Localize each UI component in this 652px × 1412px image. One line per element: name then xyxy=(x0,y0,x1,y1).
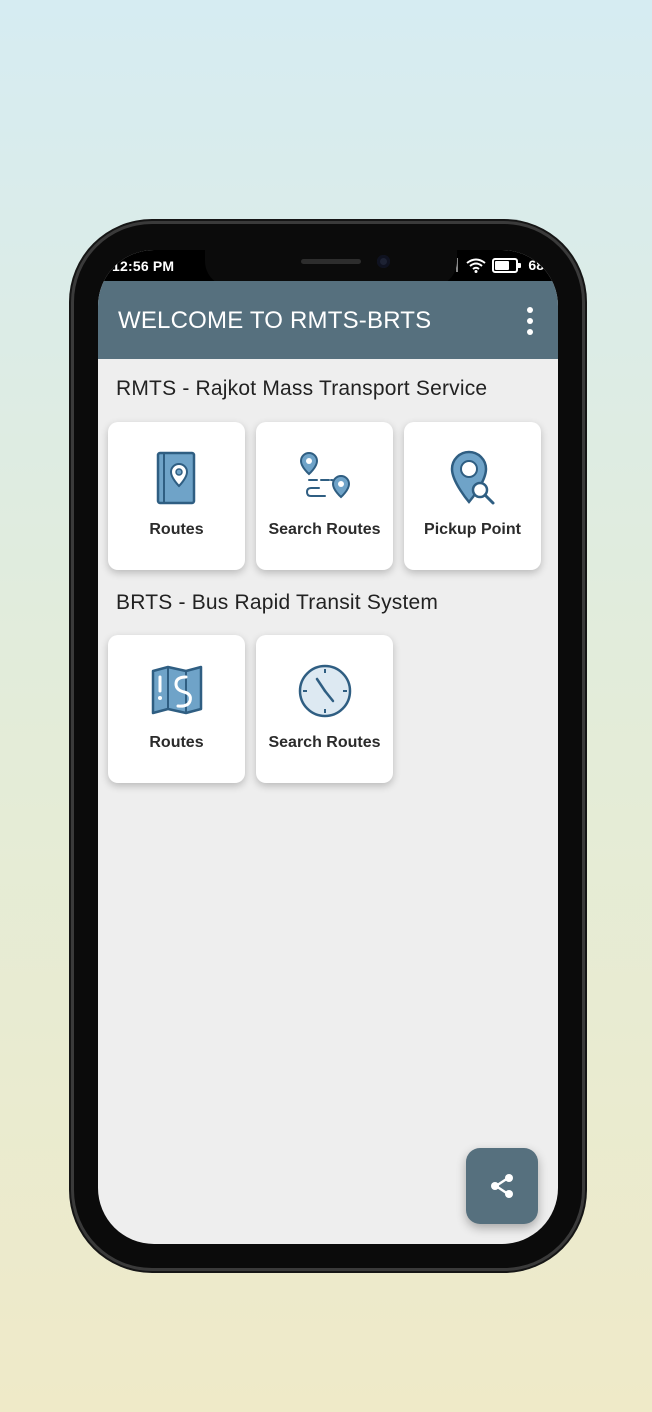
phone-frame: 12:56 PM 68 WELCOME TO RMTS-BRTS RMTS - … xyxy=(74,224,582,1268)
share-icon xyxy=(491,1174,513,1198)
battery-icon xyxy=(492,257,522,273)
pin-search-icon xyxy=(450,450,494,505)
clock-icon xyxy=(298,664,351,718)
share-button[interactable] xyxy=(466,1148,538,1224)
brts-routes-label: Routes xyxy=(149,734,204,751)
wifi-icon xyxy=(466,258,487,273)
brts-search-routes-label: Search Routes xyxy=(268,734,381,751)
brts-section-title: BRTS - Bus Rapid Transit System xyxy=(116,591,439,614)
status-icons: 68 xyxy=(452,257,544,273)
rmts-section-title: RMTS - Rajkot Mass Transport Service xyxy=(116,377,488,400)
app-bar: WELCOME TO RMTS-BRTS xyxy=(98,281,558,359)
battery-level: 68 xyxy=(528,257,544,273)
more-vert-icon[interactable] xyxy=(518,305,542,337)
earpiece-speaker xyxy=(301,259,361,264)
folded-map-icon xyxy=(151,665,202,715)
rmts-pickup-point-label: Pickup Point xyxy=(424,521,521,538)
rmts-search-routes-card[interactable]: Search Routes xyxy=(256,422,393,570)
rmts-search-routes-label: Search Routes xyxy=(268,521,381,538)
rmts-routes-card[interactable]: Routes xyxy=(108,422,245,570)
map-book-icon xyxy=(156,451,195,505)
phone-screen: 12:56 PM 68 WELCOME TO RMTS-BRTS RMTS - … xyxy=(98,250,558,1244)
rmts-routes-label: Routes xyxy=(149,521,204,538)
route-pins-icon xyxy=(299,451,350,499)
app-title: WELCOME TO RMTS-BRTS xyxy=(118,307,432,334)
status-time: 12:56 PM xyxy=(112,258,175,274)
brts-search-routes-card[interactable]: Search Routes xyxy=(256,635,393,783)
front-camera xyxy=(377,255,390,268)
rmts-pickup-point-card[interactable]: Pickup Point xyxy=(404,422,541,570)
brts-routes-card[interactable]: Routes xyxy=(108,635,245,783)
